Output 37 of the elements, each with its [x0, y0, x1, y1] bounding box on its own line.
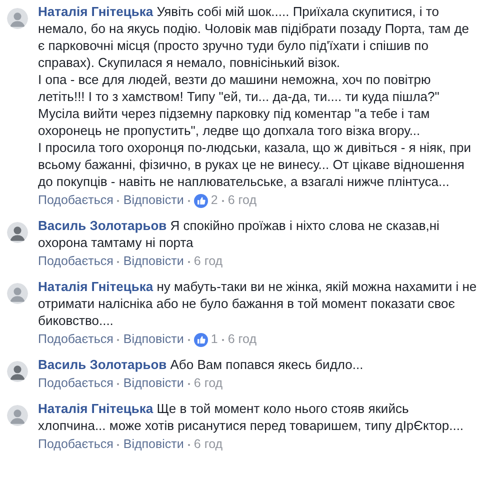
- avatar-icon[interactable]: [7, 8, 28, 29]
- author-link[interactable]: Василь Золотарьов: [38, 218, 167, 233]
- author-link[interactable]: Наталія Гнітецька: [38, 4, 154, 19]
- timestamp: 6 год: [194, 253, 223, 270]
- timestamp: 6 год: [194, 375, 223, 392]
- comment-text: Василь Золотарьов Або Вам попався якесь бидло...: [38, 356, 364, 373]
- like-link[interactable]: Подобається: [38, 253, 114, 270]
- like-link[interactable]: Подобається: [38, 375, 114, 392]
- like-link[interactable]: Подобається: [38, 192, 114, 209]
- comment-text: І опа - все для людей, везти до машини неможна, хоч по повітрю летіть!!! І то з хамством! Типу "ей, ти... да-да, ти.... ти куда пішла?": [38, 71, 440, 105]
- avatar-icon[interactable]: [7, 283, 28, 304]
- author-link[interactable]: Василь Золотарьов: [38, 357, 167, 372]
- timestamp: 6 год: [228, 331, 257, 348]
- like-link[interactable]: Подобається: [38, 436, 114, 453]
- timestamp: 6 год: [228, 192, 257, 209]
- reply-link[interactable]: Відповісти: [123, 331, 184, 348]
- timestamp: 6 год: [194, 436, 223, 453]
- avatar-icon[interactable]: [7, 222, 28, 243]
- comment-text: Наталія Гнітецька Уявіть собі мій шок..... Приїхала скупитися, і то немало, бо на якусь подію. Чоловік мав підібрати позаду Порта, там де є парковочні місця (просто зручно туди було під'їхати і спішив по справах). Скупилася я немало, повнісінький візок.: [38, 3, 470, 71]
- reply-link[interactable]: Відповісти: [123, 192, 184, 209]
- reaction-count[interactable]: 1: [210, 331, 218, 348]
- author-link[interactable]: Наталія Гнітецька: [38, 401, 154, 416]
- reply-link[interactable]: Відповісти: [123, 375, 184, 392]
- like-link[interactable]: Подобається: [38, 331, 114, 348]
- thumbs-up-icon[interactable]: [194, 194, 208, 208]
- reply-link[interactable]: Відповісти: [123, 253, 184, 270]
- comment-text: Наталія Гнітецька ну мабуть-таки ви не жінка, якій можна нахамити і не отримати налісніка або не було бажання в той момент показати своє биковство....: [38, 278, 478, 329]
- comment-text: Наталія Гнітецька Ще в той момент коло нього стояв якийсь хлопчина... може хотів рисанутися перед товаришем, типу дІрЄктор....: [38, 400, 465, 434]
- comment-text: Мусіла вийти через підземну парковку під коментар "а тебе і там охоронець не пропустить", ледве що допхала того візка вгору...: [38, 105, 431, 139]
- comment-text: І просила того охоронця по-людськи, казала, що ж дивіться - я ніяк, при всьому бажанні, фізично, в руках це не винесу... От цікаве відношення до покупців - навіть не наплювательське, а взагалі нижче плінтуса...: [38, 139, 472, 190]
- comment-text: Василь Золотарьов Я спокійно проїжав і ніхто слова не сказав,ні охорона тамтаму ні порта: [38, 217, 440, 251]
- reaction-count[interactable]: 2: [210, 192, 218, 209]
- thumbs-up-icon[interactable]: [194, 332, 208, 346]
- reply-link[interactable]: Відповісти: [123, 436, 184, 453]
- avatar-icon[interactable]: [7, 361, 28, 382]
- author-link[interactable]: Наталія Гнітецька: [38, 279, 154, 294]
- avatar-icon[interactable]: [7, 405, 28, 426]
